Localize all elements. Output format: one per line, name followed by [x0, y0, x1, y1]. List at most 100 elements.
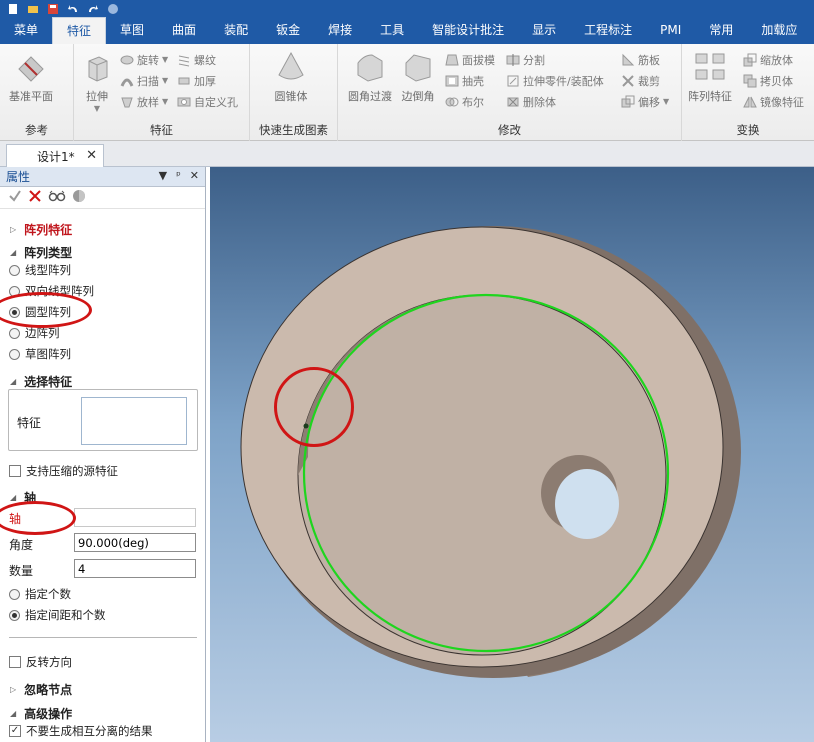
tab-0[interactable]: 菜单 — [0, 17, 52, 44]
delete-body-button[interactable]: 删除体 — [505, 93, 556, 110]
copy-button[interactable]: 拷贝体 — [742, 72, 793, 89]
mirror-label: 镜像特征 — [760, 95, 804, 109]
loft-button[interactable]: 放样 ▼ — [119, 93, 168, 110]
help-icon[interactable] — [106, 3, 120, 15]
tab-9[interactable]: 显示 — [518, 17, 570, 44]
tab-6[interactable]: 焊接 — [314, 17, 366, 44]
extrude-to-button[interactable]: 拉伸零件/装配体 — [505, 72, 604, 89]
draft-button[interactable]: 面拔模 — [444, 51, 495, 68]
divider — [9, 637, 197, 638]
delete-body-icon — [505, 94, 520, 109]
pick-point — [303, 423, 309, 429]
tab-2[interactable]: 草图 — [106, 17, 158, 44]
document-tab[interactable]: 设计1* ✕ — [6, 144, 104, 167]
pattern-button[interactable]: 阵列特征 — [688, 50, 732, 104]
trim-button[interactable]: 裁剪 — [620, 72, 660, 89]
tab-1[interactable]: 特征 — [52, 17, 107, 44]
ribbon: 基准平面 参考 拉伸 ▼ 旋转 ▼ 扫描 ▼ 放样 ▼ 螺纹 加厚 自定义孔 特… — [0, 44, 814, 141]
tab-4[interactable]: 装配 — [210, 17, 262, 44]
tab-7[interactable]: 工具 — [366, 17, 418, 44]
trim-icon — [620, 73, 635, 88]
extrude-caret-icon[interactable]: ▼ — [94, 104, 100, 113]
open-icon[interactable] — [26, 3, 40, 15]
close-tab-icon[interactable]: ✕ — [86, 148, 97, 163]
radio-bidirectional-pattern[interactable]: 双向线型阵列 — [9, 283, 94, 299]
loft-icon — [119, 94, 134, 109]
radio-edge-pattern[interactable]: 边阵列 — [9, 325, 60, 341]
angle-input[interactable] — [74, 533, 196, 552]
undo-icon[interactable] — [66, 3, 80, 15]
help-sphere-icon[interactable] — [72, 189, 86, 206]
scale-button[interactable]: 缩放体 — [742, 51, 793, 68]
confirm-icon[interactable] — [8, 189, 22, 206]
redo-icon[interactable] — [86, 3, 100, 15]
offset-button[interactable]: 偏移 ▼ — [620, 93, 669, 110]
fillet-button[interactable]: 圆角过渡 — [348, 50, 392, 104]
preview-glasses-icon[interactable] — [48, 189, 66, 206]
radio-sketch-pattern[interactable]: 草图阵列 — [9, 346, 71, 362]
revolve-button[interactable]: 旋转 ▼ — [119, 51, 168, 68]
section-pattern-feature[interactable]: ▷ 阵列特征 — [10, 221, 72, 238]
tab-11[interactable]: PMI — [646, 17, 695, 44]
collapse-icon: ◢ — [10, 493, 17, 502]
cancel-icon[interactable] — [28, 189, 42, 206]
offset-icon — [620, 94, 635, 109]
tab-12[interactable]: 常用 — [695, 17, 747, 44]
tab-3[interactable]: 曲面 — [158, 17, 210, 44]
chamfer-button[interactable]: 边倒角 — [401, 50, 435, 104]
radio-linear-pattern[interactable]: 线型阵列 — [9, 262, 71, 278]
thicken-button[interactable]: 加厚 — [176, 72, 216, 89]
section-axis[interactable]: ◢ 轴 — [10, 489, 36, 506]
panel-close-icon[interactable]: ✕ — [190, 169, 199, 182]
hole-opening[interactable] — [555, 469, 619, 539]
cone-button[interactable]: 圆锥体 — [274, 50, 308, 104]
group-label-transform: 变换 — [736, 123, 760, 137]
new-icon[interactable] — [6, 3, 20, 15]
datum-plane-button[interactable]: 基准平面 — [9, 50, 53, 104]
sweep-button[interactable]: 扫描 ▼ — [119, 72, 168, 89]
section-select-feature[interactable]: ◢ 选择特征 — [10, 373, 72, 390]
quick-access-toolbar — [0, 0, 814, 17]
group-label-modify: 修改 — [498, 123, 521, 137]
tab-10[interactable]: 工程标注 — [570, 17, 646, 44]
tab-5[interactable]: 钣金 — [262, 17, 314, 44]
section-pattern-type[interactable]: ◢ 阵列类型 — [10, 244, 72, 261]
copy-icon — [742, 73, 757, 88]
collapse-icon: ◢ — [10, 248, 17, 257]
split-button[interactable]: 分割 — [505, 51, 545, 68]
shell-button[interactable]: 抽壳 — [444, 72, 484, 89]
radio-label: 边阵列 — [25, 326, 60, 340]
document-tab-label: 设计1* — [37, 149, 75, 164]
mirror-button[interactable]: 镜像特征 — [742, 93, 804, 110]
panel-toolbar — [0, 187, 205, 209]
support-compressed-checkbox[interactable]: 支持压缩的源特征 — [9, 463, 118, 479]
feature-list[interactable] — [81, 397, 187, 445]
pin-icon[interactable]: ᵖ — [176, 169, 181, 182]
group-quick: 圆锥体 快速生成图素 — [250, 44, 338, 141]
save-icon[interactable] — [46, 3, 60, 15]
custom-hole-button[interactable]: 自定义孔 — [176, 93, 238, 110]
section-ignore-nodes[interactable]: ▷ 忽略节点 — [10, 681, 72, 698]
radio-specify-count[interactable]: 指定个数 — [9, 586, 71, 602]
thread-button[interactable]: 螺纹 — [176, 51, 216, 68]
extrude-icon — [80, 50, 114, 84]
custom-hole-label: 自定义孔 — [194, 95, 238, 109]
group-label-reference: 参考 — [25, 123, 48, 137]
rib-icon — [620, 52, 635, 67]
radio-specify-spacing[interactable]: 指定间距和个数 — [9, 607, 106, 623]
count-input[interactable] — [74, 559, 196, 578]
tab-13[interactable]: 加载应 — [747, 17, 811, 44]
reverse-direction-checkbox[interactable]: 反转方向 — [9, 654, 72, 670]
rib-button[interactable]: 筋板 — [620, 51, 660, 68]
extrude-button[interactable]: 拉伸 ▼ — [80, 50, 114, 113]
panel-menu-icon[interactable]: ▼ — [159, 169, 167, 182]
no-separate-checkbox[interactable]: ✓ 不要生成相互分离的结果 — [9, 723, 153, 739]
shell-icon — [444, 73, 459, 88]
tab-8[interactable]: 智能设计批注 — [418, 17, 518, 44]
radio-circular-pattern[interactable]: 圆型阵列 — [9, 304, 71, 320]
boolean-button[interactable]: 布尔 — [444, 93, 484, 110]
3d-viewport[interactable] — [210, 167, 814, 742]
axis-input[interactable] — [74, 508, 196, 527]
split-label: 分割 — [523, 53, 545, 67]
section-advanced[interactable]: ◢ 高级操作 — [10, 705, 72, 722]
